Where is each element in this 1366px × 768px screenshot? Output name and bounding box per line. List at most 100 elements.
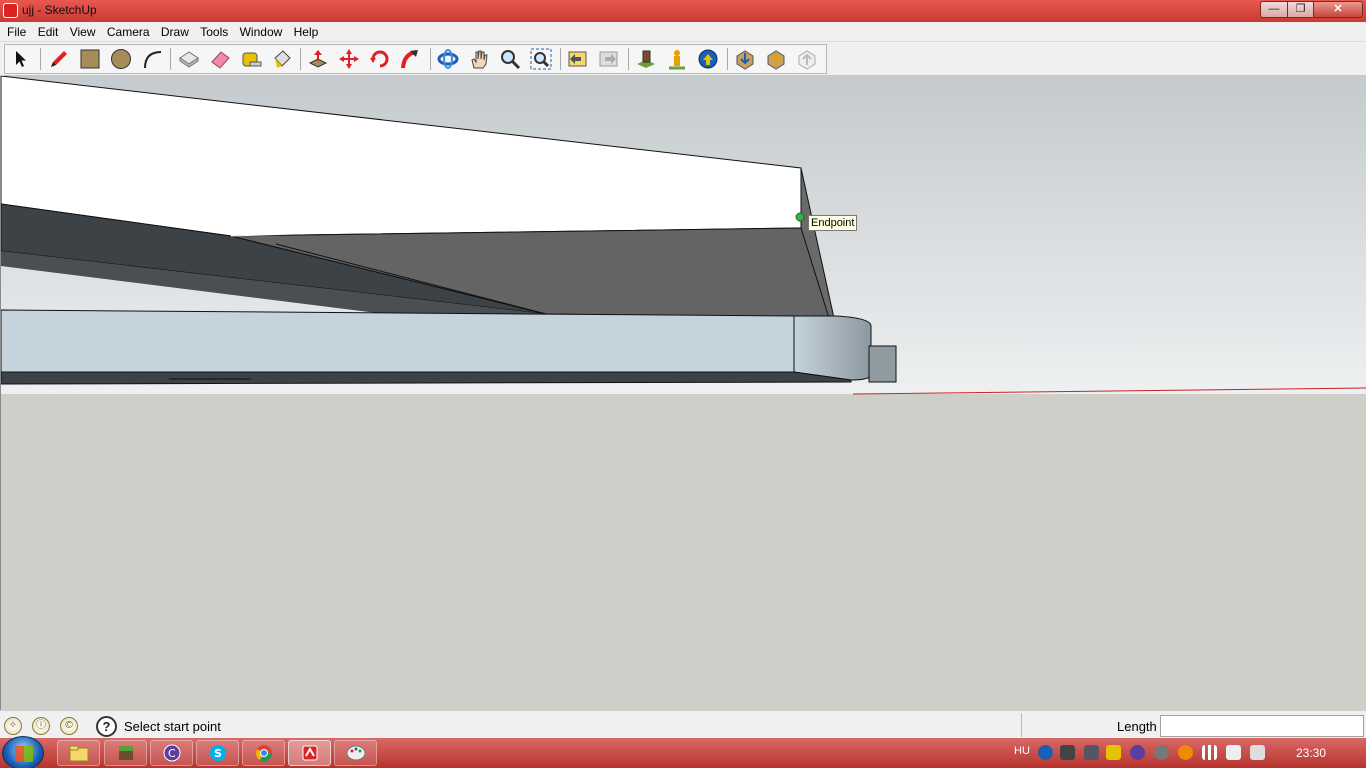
window-title: ujj - SketchUp (22, 3, 97, 17)
select-tool[interactable] (8, 47, 32, 71)
rotate-tool[interactable] (368, 47, 392, 71)
circle-tool[interactable] (109, 47, 133, 71)
previous-view-tool[interactable] (566, 47, 590, 71)
make-component-tool[interactable] (177, 47, 201, 71)
clock[interactable]: 23:30 (1296, 746, 1326, 760)
folder-tray-icon[interactable] (1106, 745, 1121, 760)
paint-bucket-tool[interactable] (270, 47, 294, 71)
measurements-input[interactable] (1160, 715, 1364, 737)
zoom-tool[interactable] (498, 47, 522, 71)
skype-icon: S (209, 745, 226, 761)
eraser-tool[interactable] (208, 47, 232, 71)
menu-edit[interactable]: Edit (34, 22, 63, 39)
zoom-icon (501, 50, 521, 70)
google-earth-tool[interactable] (696, 47, 720, 71)
line-tool[interactable] (47, 47, 71, 71)
copyright-icon[interactable]: © (60, 717, 78, 735)
app-c-tray-icon[interactable] (1130, 745, 1145, 760)
push-pull-tool[interactable] (306, 47, 330, 71)
arrow-icon (16, 51, 26, 67)
next-view-tool[interactable] (597, 47, 621, 71)
follow-me-icon (401, 50, 418, 69)
toolbar (0, 42, 1366, 76)
globe-icon (698, 49, 718, 69)
follow-me-tool[interactable] (399, 47, 423, 71)
beam-bottom-face (1, 371, 852, 385)
menu-bar: File Edit View Camera Draw Tools Window … (0, 22, 1366, 42)
network-tray-icon[interactable] (1154, 745, 1169, 760)
language-indicator[interactable]: HU (1014, 745, 1030, 757)
flag-tray-icon[interactable] (1226, 745, 1241, 760)
signal-tray-icon[interactable] (1202, 745, 1217, 760)
position-camera-tool[interactable] (665, 47, 689, 71)
rectangle-icon (80, 49, 100, 69)
taskbar-paint[interactable] (334, 740, 377, 766)
location-icon (637, 50, 655, 68)
beam-end-block (868, 345, 897, 383)
geo-location-icon[interactable]: ✧ (4, 717, 22, 735)
taskbar-explorer[interactable] (57, 740, 100, 766)
push-pull-icon (308, 50, 328, 68)
orbit-tool[interactable] (436, 47, 460, 71)
steam-tray-icon[interactable] (1084, 745, 1099, 760)
arc-icon (144, 51, 162, 69)
beam-front-face (1, 309, 795, 373)
zoom-extents-tool[interactable] (529, 47, 553, 71)
move-tool[interactable] (337, 47, 361, 71)
folder-icon (69, 745, 88, 762)
app-c-icon: C (163, 744, 180, 762)
menu-view[interactable]: View (66, 22, 100, 39)
move-icon (339, 49, 359, 69)
share-model-tool[interactable] (764, 47, 788, 71)
sketchup-app-icon[interactable] (3, 3, 18, 18)
hand-icon (471, 50, 488, 69)
close-button[interactable]: ✕ (1313, 1, 1363, 18)
menu-tools[interactable]: Tools (196, 22, 232, 39)
paint-palette-icon (346, 745, 365, 761)
endpoint-marker (795, 212, 805, 222)
model-canvas (1, 76, 1366, 710)
rectangle-tool[interactable] (78, 47, 102, 71)
orbit-icon (437, 49, 459, 69)
svg-text:S: S (214, 747, 222, 760)
get-models-tool[interactable] (733, 47, 757, 71)
menu-file[interactable]: File (3, 22, 30, 39)
eraser-icon (211, 51, 230, 69)
taskbar-minecraft[interactable] (104, 740, 147, 766)
taskbar-chrome[interactable] (242, 740, 285, 766)
pencil-icon (51, 51, 67, 67)
maximize-button[interactable]: ❐ (1287, 1, 1314, 18)
share-component-tool[interactable] (795, 47, 819, 71)
status-bar: ✧ ⓘ © ? Select start point Length (0, 710, 1366, 738)
start-button[interactable] (2, 736, 44, 768)
minimize-button[interactable]: — (1260, 1, 1288, 18)
taskbar: C S HU 23:30 (0, 736, 1366, 768)
menu-camera[interactable]: Camera (103, 22, 154, 39)
inference-tooltip: Endpoint (808, 215, 858, 231)
taskbar-sketchup[interactable] (288, 740, 331, 766)
tape-measure-tool[interactable] (239, 47, 263, 71)
pan-tool[interactable] (467, 47, 491, 71)
drawing-viewport[interactable]: Endpoint (0, 76, 1366, 710)
menu-draw[interactable]: Draw (157, 22, 193, 39)
title-bar: ujj - SketchUp — ❐ ✕ (0, 0, 1366, 22)
add-location-tool[interactable] (634, 47, 658, 71)
instructor-help-icon[interactable]: ? (96, 716, 117, 737)
get-models-icon (736, 50, 754, 70)
zoom-extents-icon (530, 48, 552, 70)
help-tray-icon[interactable] (1038, 745, 1053, 760)
share-model-icon (767, 50, 785, 70)
credits-icon[interactable]: ⓘ (32, 717, 50, 735)
grass-block-icon (118, 746, 133, 760)
menu-help[interactable]: Help (290, 22, 323, 39)
menu-window[interactable]: Window (236, 22, 287, 39)
taskbar-skype[interactable]: S (196, 740, 239, 766)
next-view-icon (599, 51, 618, 67)
volume-tray-icon[interactable] (1250, 745, 1265, 760)
beam-rounded-cap (793, 315, 872, 381)
avast-tray-icon[interactable] (1178, 745, 1193, 760)
taskbar-app-c[interactable]: C (150, 740, 193, 766)
keyboard-tray-icon[interactable] (1060, 745, 1075, 760)
arc-tool[interactable] (140, 47, 164, 71)
sketchup-icon (302, 745, 317, 761)
